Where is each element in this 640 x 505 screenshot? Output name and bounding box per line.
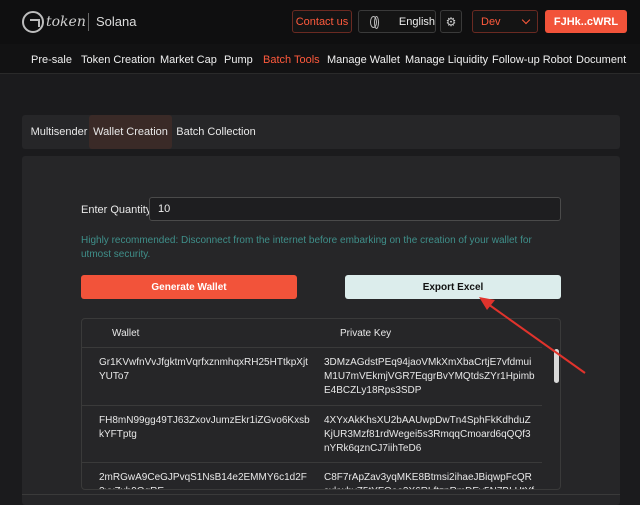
tool-tabs: Multisender Wallet Creation Batch Collec…: [22, 115, 620, 149]
export-excel-button[interactable]: Export Excel: [345, 275, 561, 299]
wallet-table: Wallet Private Key Gr1KVwfnVvJfgktmVqrfx…: [81, 318, 561, 490]
security-hint: Highly recommended: Disconnect from the …: [81, 235, 532, 260]
column-header-wallet: Wallet: [112, 328, 140, 339]
main-nav: Pre-sale Token Creation Market Cap Pump …: [0, 44, 640, 74]
nav-manage-liquidity[interactable]: Manage Liquidity: [405, 54, 488, 66]
wallet-address: Gr1KVwfnVvJfgktmVqrfxznmhqxRH25HTtkpXjtY…: [99, 357, 308, 382]
contact-us-button[interactable]: Contact us: [292, 10, 352, 33]
top-header: token Solana Contact us English ⚙ Dev FJ…: [0, 0, 640, 44]
column-header-private-key: Private Key: [340, 328, 392, 339]
chevron-down-icon: [521, 15, 531, 25]
nav-manage-wallet[interactable]: Manage Wallet: [327, 54, 400, 66]
language-selector[interactable]: English: [358, 10, 436, 33]
generate-wallet-button[interactable]: Generate Wallet: [81, 275, 297, 299]
nav-batch-tools[interactable]: Batch Tools: [263, 54, 320, 66]
language-label: English: [398, 15, 435, 28]
table-row: FH8mN99gg49TJ63ZxovJumzEkr1iZGvo6KxsbkYF…: [82, 405, 542, 463]
logo-text[interactable]: token: [46, 14, 86, 30]
nav-follow-up-robot[interactable]: Follow-up Robot: [492, 54, 572, 66]
chain-name: Solana: [96, 14, 137, 29]
divider: [22, 494, 620, 495]
private-key: 3DMzAGdstPEq94jaoVMkXmXbaCrtjE7vfdmuiM1U…: [324, 357, 535, 396]
wallet-button[interactable]: FJHk..cWRL: [545, 10, 627, 33]
tab-wallet-creation[interactable]: Wallet Creation: [89, 115, 172, 149]
nav-token-creation[interactable]: Token Creation: [81, 54, 155, 66]
tab-batch-collection[interactable]: Batch Collection: [176, 115, 256, 149]
private-key: C8F7rApZav3yqMKE8Btmsi2ihaeJBiqwpFcQRsxk…: [324, 472, 534, 489]
gear-icon: ⚙: [445, 14, 457, 29]
table-row: Gr1KVwfnVvJfgktmVqrfxznmhqxRH25HTtkpXjtY…: [82, 347, 542, 405]
quantity-label: Enter Quantity: [81, 204, 152, 216]
quantity-input[interactable]: 10: [149, 197, 561, 221]
tab-multisender[interactable]: Multisender: [28, 115, 90, 149]
nav-presale[interactable]: Pre-sale: [31, 54, 72, 66]
logo-icon[interactable]: [22, 11, 44, 33]
table-scrollbar[interactable]: [554, 349, 559, 383]
nav-pump[interactable]: Pump: [224, 54, 253, 66]
wallet-address: 2mRGwA9CeGJPvqS1NsB14e2EMMY6c1d2F2yvZxb9…: [99, 472, 307, 489]
env-label: Dev: [481, 15, 501, 28]
nav-document[interactable]: Document: [576, 54, 626, 66]
settings-button[interactable]: ⚙: [440, 10, 462, 33]
private-key: 4XYxAkKhsXU2bAAUwpDwTn4SphFkKdhduZKjUR3M…: [324, 415, 531, 454]
globe-icon: [370, 15, 379, 29]
nav-market-cap[interactable]: Market Cap: [160, 54, 217, 66]
wallet-address: FH8mN99gg49TJ63ZxovJumzEkr1iZGvo6KxsbkYF…: [99, 415, 310, 440]
env-select[interactable]: Dev: [472, 10, 538, 33]
table-row: 2mRGwA9CeGJPvqS1NsB14e2EMMY6c1d2F2yvZxb9…: [82, 462, 542, 489]
logo-divider: [88, 13, 89, 31]
